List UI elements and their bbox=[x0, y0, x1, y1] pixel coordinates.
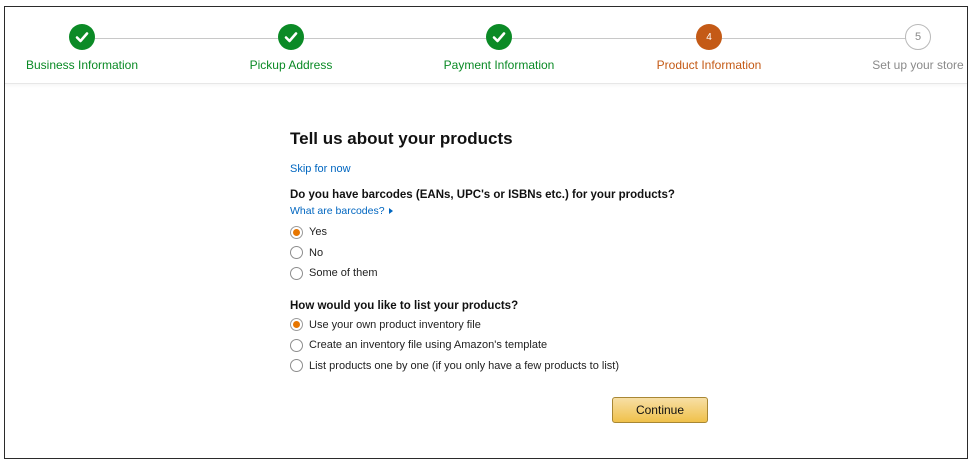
option-label: Create an inventory file using Amazon's … bbox=[309, 339, 548, 352]
step-label: Pickup Address bbox=[249, 58, 333, 72]
step-label: Set up your store bbox=[872, 58, 964, 72]
skip-link[interactable]: Skip for now bbox=[290, 163, 351, 175]
radio-empty-icon[interactable] bbox=[290, 266, 303, 280]
barcodes-question: Do you have barcodes (EANs, UPC's or ISB… bbox=[290, 189, 675, 201]
barcodes-help-link[interactable]: What are barcodes? bbox=[290, 205, 393, 217]
caret-right-icon bbox=[388, 208, 393, 214]
progress-stepper: Business Information Pickup Address Paym… bbox=[5, 7, 967, 84]
page-title: Tell us about your products bbox=[290, 129, 513, 148]
radio-selected-icon[interactable] bbox=[290, 225, 303, 239]
page-frame: Business Information Pickup Address Paym… bbox=[4, 6, 968, 459]
barcodes-help-label: What are barcodes? bbox=[290, 205, 385, 217]
step-label: Business Information bbox=[25, 58, 139, 72]
option-label: List products one by one (if you only ha… bbox=[309, 359, 619, 372]
step-payment-information[interactable]: Payment Information bbox=[424, 24, 574, 72]
barcodes-option-yes[interactable]: Yes bbox=[290, 222, 730, 243]
radio-empty-icon[interactable] bbox=[290, 359, 303, 373]
check-icon bbox=[486, 24, 512, 50]
check-icon bbox=[278, 24, 304, 50]
option-label: Yes bbox=[309, 226, 327, 239]
barcodes-radio-group: Yes No Some of them bbox=[290, 222, 730, 284]
continue-button[interactable]: Continue bbox=[612, 397, 708, 423]
option-label: Some of them bbox=[309, 267, 378, 280]
step-product-information[interactable]: 4 Product Information bbox=[634, 24, 784, 72]
step-label: Product Information bbox=[656, 58, 762, 72]
step-pickup-address[interactable]: Pickup Address bbox=[216, 24, 366, 72]
step-number: 5 bbox=[905, 24, 931, 50]
radio-empty-icon[interactable] bbox=[290, 246, 303, 260]
option-label: No bbox=[309, 246, 324, 259]
barcodes-option-some[interactable]: Some of them bbox=[290, 263, 730, 284]
listing-option-one-by-one[interactable]: List products one by one (if you only ha… bbox=[290, 356, 730, 377]
barcodes-option-no[interactable]: No bbox=[290, 243, 730, 264]
step-set-up-store[interactable]: 5 Set up your store bbox=[843, 24, 974, 72]
check-icon bbox=[69, 24, 95, 50]
step-number: 4 bbox=[696, 24, 722, 50]
product-info-form: Tell us about your products Skip for now… bbox=[290, 129, 730, 376]
radio-empty-icon[interactable] bbox=[290, 338, 303, 352]
listing-radio-group: Use your own product inventory file Crea… bbox=[290, 315, 730, 377]
step-label: Payment Information bbox=[443, 58, 555, 72]
radio-selected-icon[interactable] bbox=[290, 318, 303, 332]
step-business-information[interactable]: Business Information bbox=[7, 24, 157, 72]
listing-option-amazon-template[interactable]: Create an inventory file using Amazon's … bbox=[290, 335, 730, 356]
option-label: Use your own product inventory file bbox=[309, 318, 481, 331]
listing-option-own-file[interactable]: Use your own product inventory file bbox=[290, 315, 730, 336]
listing-question: How would you like to list your products… bbox=[290, 299, 519, 312]
